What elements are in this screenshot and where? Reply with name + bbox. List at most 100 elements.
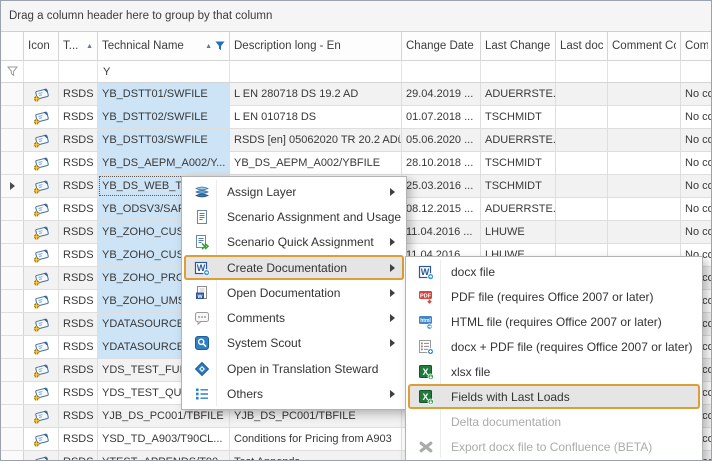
cell-comment_co[interactable]	[608, 106, 681, 128]
cell-tech[interactable]: YB_DSTT02/SWFILE	[98, 106, 230, 128]
cell-type[interactable]: RSDS	[59, 221, 98, 243]
filter-cell-tech[interactable]: Y	[98, 61, 230, 82]
submenu-item-docx-file[interactable]: Wdocx file	[408, 259, 700, 284]
cell-icon[interactable]	[24, 244, 59, 266]
row-indicator-cell[interactable]	[1, 129, 24, 151]
cell-last_doc[interactable]	[556, 83, 608, 105]
submenu-item-html-file-requires-office-2007-or-later[interactable]: htmlHTML file (requires Office 2007 or l…	[408, 309, 700, 334]
column-header-type[interactable]: T...▲	[59, 32, 98, 60]
menu-item-open-in-translation-steward[interactable]: Open in Translation Steward	[184, 356, 404, 381]
cell-change_date[interactable]: 29.04.2019 ...	[402, 83, 481, 105]
cell-type[interactable]: RSDS	[59, 382, 98, 404]
row-indicator-cell[interactable]	[1, 152, 24, 174]
cell-desc[interactable]: Conditions for Pricing from A903	[230, 428, 402, 450]
cell-last_change[interactable]: TSCHMIDT	[481, 175, 556, 197]
cell-tech[interactable]: YSD_TD_A903/T90CL...	[98, 428, 230, 450]
column-header-last_doc[interactable]: Last doc.	[556, 32, 608, 60]
cell-desc[interactable]: L EN 280718 DS 19.2 AD	[230, 83, 402, 105]
cell-comment[interactable]: No co...	[681, 129, 712, 151]
cell-icon[interactable]	[24, 106, 59, 128]
cell-change_date[interactable]: 08.12.2015 ...	[402, 198, 481, 220]
cell-type[interactable]: RSDS	[59, 336, 98, 358]
row-indicator-cell[interactable]	[1, 313, 24, 335]
menu-item-scenario-assignment-and-usage[interactable]: Scenario Assignment and Usage	[184, 204, 404, 229]
cell-icon[interactable]	[24, 83, 59, 105]
cell-comment[interactable]: No co...	[681, 198, 712, 220]
cell-type[interactable]: RSDS	[59, 290, 98, 312]
column-header-last_change[interactable]: Last Change...	[481, 32, 556, 60]
cell-icon[interactable]	[24, 290, 59, 312]
row-indicator-cell[interactable]	[1, 359, 24, 381]
row-indicator-cell[interactable]	[1, 290, 24, 312]
cell-comment[interactable]: No co...	[681, 221, 712, 243]
menu-item-system-scout[interactable]: System Scout	[184, 331, 404, 356]
cell-type[interactable]: RSDS	[59, 175, 98, 197]
row-indicator-cell[interactable]	[1, 83, 24, 105]
menu-item-create-documentation[interactable]: WCreate Documentation	[184, 255, 404, 280]
cell-last_change[interactable]: ADUERRSTE...	[481, 198, 556, 220]
filter-cell-type[interactable]	[59, 61, 98, 82]
column-header-change_date[interactable]: Change Date	[402, 32, 481, 60]
cell-icon[interactable]	[24, 428, 59, 450]
cell-change_date[interactable]: 28.10.2018 ...	[402, 152, 481, 174]
cell-icon[interactable]	[24, 359, 59, 381]
cell-type[interactable]: RSDS	[59, 106, 98, 128]
cell-type[interactable]: RSDS	[59, 198, 98, 220]
cell-icon[interactable]	[24, 175, 59, 197]
cell-comment_co[interactable]	[608, 198, 681, 220]
cell-desc[interactable]: RSDS [en] 05062020 TR 20.2 ADü2	[230, 129, 402, 151]
submenu-item-delta-documentation[interactable]: Delta documentation	[408, 409, 700, 434]
filter-cell-ind[interactable]	[1, 61, 24, 82]
filter-cell-last_doc[interactable]	[556, 61, 608, 82]
row-indicator-cell[interactable]	[1, 221, 24, 243]
cell-icon[interactable]	[24, 198, 59, 220]
cell-change_date[interactable]: 05.06.2020 ...	[402, 129, 481, 151]
cell-icon[interactable]	[24, 382, 59, 404]
cell-icon[interactable]	[24, 405, 59, 427]
cell-desc[interactable]: YB_DS_AEPM_A002/YBFILE	[230, 152, 402, 174]
menu-item-others[interactable]: Others	[184, 381, 404, 406]
cell-last_doc[interactable]	[556, 152, 608, 174]
cell-type[interactable]: RSDS	[59, 313, 98, 335]
row-indicator-cell[interactable]	[1, 382, 24, 404]
cell-comment[interactable]: No co...	[681, 106, 712, 128]
cell-icon[interactable]	[24, 152, 59, 174]
cell-tech[interactable]: YB_DSTT01/SWFILE	[98, 83, 230, 105]
submenu-item-docx-pdf-file-requires-office-2007-or-later[interactable]: docx + PDF file (requires Office 2007 or…	[408, 334, 700, 359]
menu-item-comments[interactable]: Comments	[184, 305, 404, 330]
cell-last_change[interactable]: TSCHMIDT	[481, 152, 556, 174]
menu-item-scenario-quick-assignment[interactable]: Scenario Quick Assignment	[184, 230, 404, 255]
cell-last_change[interactable]: ADUERRSTE...	[481, 83, 556, 105]
cell-type[interactable]: RSDS	[59, 405, 98, 427]
filter-cell-desc[interactable]	[230, 61, 402, 82]
cell-comment[interactable]: No co...	[681, 83, 712, 105]
cell-comment_co[interactable]	[608, 221, 681, 243]
cell-change_date[interactable]: 01.07.2018 ...	[402, 106, 481, 128]
cell-icon[interactable]	[24, 221, 59, 243]
cell-last_doc[interactable]	[556, 175, 608, 197]
menu-item-open-documentation[interactable]: wOpen Documentation	[184, 280, 404, 305]
cell-comment[interactable]: No co...	[681, 175, 712, 197]
filter-cell-icon[interactable]	[24, 61, 59, 82]
cell-last_doc[interactable]	[556, 129, 608, 151]
row-indicator-cell[interactable]	[1, 106, 24, 128]
cell-last_change[interactable]: ADUERRSTE...	[481, 129, 556, 151]
cell-last_change[interactable]: LHUWE	[481, 221, 556, 243]
cell-tech[interactable]: YB_DS_AEPM_A002/Y...	[98, 152, 230, 174]
cell-last_doc[interactable]	[556, 106, 608, 128]
cell-icon[interactable]	[24, 313, 59, 335]
column-header-comment[interactable]: Comm...	[681, 32, 712, 60]
menu-item-assign-layer[interactable]: Assign Layer	[184, 179, 404, 204]
cell-icon[interactable]	[24, 267, 59, 289]
submenu-item-fields-with-last-loads[interactable]: XFields with Last Loads	[408, 384, 700, 409]
cell-change_date[interactable]: 11.04.2016 ...	[402, 221, 481, 243]
cell-type[interactable]: RSDS	[59, 152, 98, 174]
column-filter-icon[interactable]	[215, 41, 225, 51]
cell-last_doc[interactable]	[556, 198, 608, 220]
cell-desc[interactable]: Test Appends	[230, 451, 402, 461]
cell-icon[interactable]	[24, 451, 59, 461]
filter-cell-comment_co[interactable]	[608, 61, 681, 82]
cell-type[interactable]: RSDS	[59, 83, 98, 105]
cell-icon[interactable]	[24, 336, 59, 358]
cell-comment_co[interactable]	[608, 175, 681, 197]
